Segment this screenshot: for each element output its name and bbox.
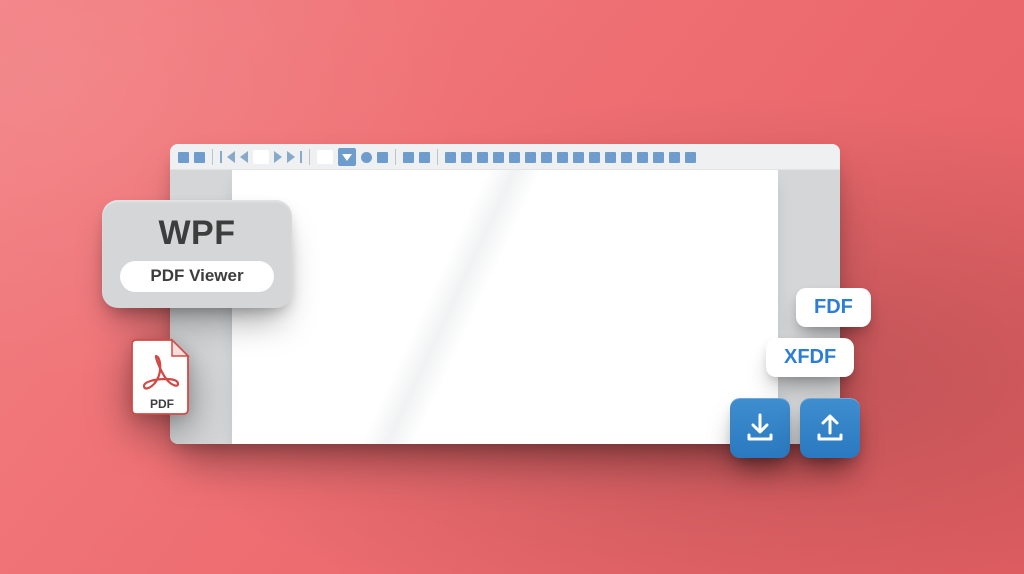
export-button[interactable] bbox=[800, 398, 860, 458]
platform-subtitle: PDF Viewer bbox=[120, 261, 274, 292]
toolbar-button[interactable] bbox=[653, 152, 664, 163]
toolbar-button[interactable] bbox=[621, 152, 632, 163]
last-page-icon[interactable] bbox=[300, 151, 302, 163]
import-button[interactable] bbox=[730, 398, 790, 458]
toolbar-button[interactable] bbox=[445, 152, 456, 163]
platform-badge: WPF PDF Viewer bbox=[102, 200, 292, 308]
toolbar-button[interactable] bbox=[589, 152, 600, 163]
download-icon bbox=[743, 411, 777, 445]
pdf-file-icon: PDF bbox=[130, 338, 194, 416]
toolbar-button[interactable] bbox=[637, 152, 648, 163]
toolbar-button[interactable] bbox=[178, 152, 189, 163]
toolbar-button[interactable] bbox=[194, 152, 205, 163]
toolbar-button[interactable] bbox=[477, 152, 488, 163]
format-pill-fdf[interactable]: FDF bbox=[796, 288, 871, 327]
toolbar-separator bbox=[437, 149, 438, 165]
viewer-toolbar bbox=[170, 144, 840, 170]
toolbar-button[interactable] bbox=[669, 152, 680, 163]
toolbar-separator bbox=[309, 149, 310, 165]
toolbar-button[interactable] bbox=[525, 152, 536, 163]
first-page-icon[interactable] bbox=[220, 151, 222, 163]
toolbar-button[interactable] bbox=[685, 152, 696, 163]
zoom-dropdown-icon[interactable] bbox=[338, 148, 356, 166]
toolbar-button[interactable] bbox=[419, 152, 430, 163]
toolbar-button[interactable] bbox=[377, 152, 388, 163]
zoom-field[interactable] bbox=[317, 150, 333, 164]
pdf-file-caption: PDF bbox=[150, 397, 174, 411]
toolbar-button[interactable] bbox=[557, 152, 568, 163]
next-page-icon[interactable] bbox=[274, 151, 282, 163]
document-page[interactable] bbox=[232, 170, 778, 444]
format-pill-xfdf[interactable]: XFDF bbox=[766, 338, 854, 377]
prev-page-icon[interactable] bbox=[240, 151, 248, 163]
platform-title: WPF bbox=[120, 214, 274, 253]
toolbar-separator bbox=[212, 149, 213, 165]
toolbar-button[interactable] bbox=[573, 152, 584, 163]
upload-icon bbox=[813, 411, 847, 445]
last-page-icon[interactable] bbox=[287, 151, 295, 163]
first-page-icon[interactable] bbox=[227, 151, 235, 163]
toolbar-button[interactable] bbox=[403, 152, 414, 163]
toolbar-button[interactable] bbox=[361, 152, 372, 163]
toolbar-button[interactable] bbox=[541, 152, 552, 163]
toolbar-button[interactable] bbox=[605, 152, 616, 163]
toolbar-button[interactable] bbox=[509, 152, 520, 163]
toolbar-button[interactable] bbox=[461, 152, 472, 163]
page-number-field[interactable] bbox=[253, 150, 269, 164]
toolbar-separator bbox=[395, 149, 396, 165]
toolbar-button[interactable] bbox=[493, 152, 504, 163]
